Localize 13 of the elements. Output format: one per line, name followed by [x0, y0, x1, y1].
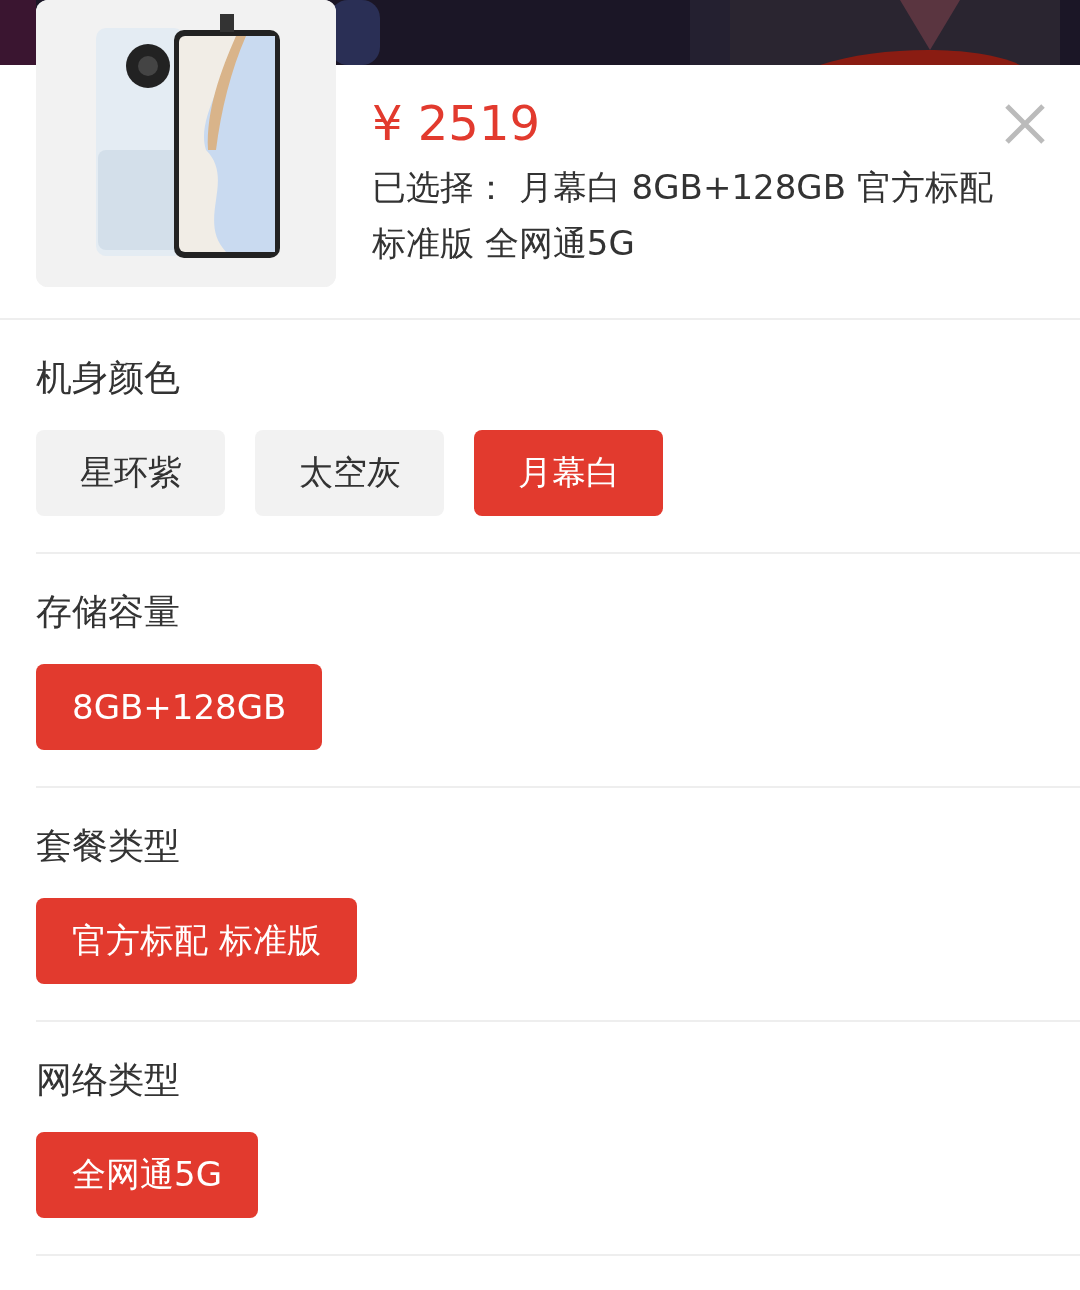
option-button[interactable]: 太空灰: [255, 430, 444, 516]
section-title: 机身颜色: [36, 356, 180, 400]
close-icon[interactable]: [1004, 103, 1046, 145]
section-title: 网络类型: [36, 1058, 180, 1102]
price: ¥ 2519: [372, 94, 540, 153]
option-button[interactable]: 官方标配 标准版: [36, 898, 357, 984]
option-button[interactable]: 全网通5G: [36, 1132, 258, 1218]
option-button[interactable]: 月幕白: [474, 430, 663, 516]
selected-summary: 已选择： 月幕白 8GB+128GB 官方标配标准版 全网通5G: [372, 166, 994, 265]
option-button[interactable]: 8GB+128GB: [36, 664, 323, 750]
option-button[interactable]: 星环紫: [36, 430, 225, 516]
section-title: 套餐类型: [36, 824, 180, 868]
section-title: 存储容量: [36, 590, 180, 634]
